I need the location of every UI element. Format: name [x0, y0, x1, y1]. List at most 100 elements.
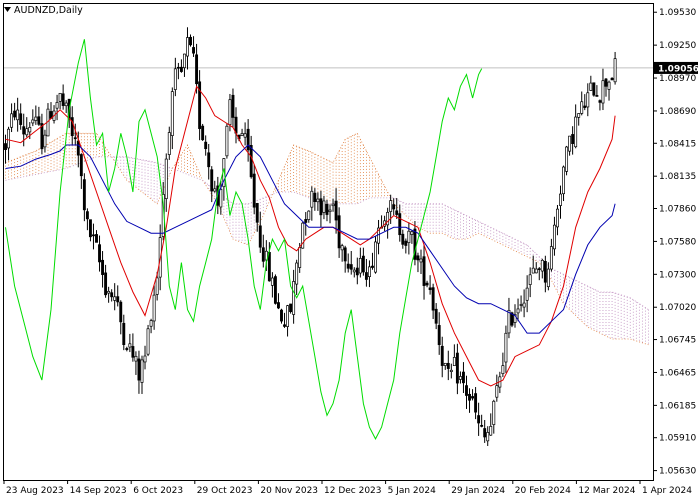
candle-body-bear [428, 287, 432, 290]
candle [559, 185, 562, 219]
candle [592, 82, 596, 97]
candle [101, 251, 105, 288]
candle [571, 126, 575, 155]
candle-body-bear [176, 66, 180, 69]
candle-body-bear [13, 110, 17, 118]
candle-body-bear [125, 348, 129, 350]
x-tick-label: 29 Oct 2023 [197, 486, 253, 496]
candle-body-bear [204, 141, 208, 150]
candle [589, 75, 593, 91]
candle-body-bear [471, 396, 475, 399]
candle-body-bear [483, 428, 487, 438]
candle-body-bear [273, 276, 277, 304]
candle [610, 77, 614, 81]
candle [140, 355, 144, 394]
candle-body-bear [474, 393, 478, 413]
candle-body-bear [364, 272, 368, 280]
candle-body-bear [395, 210, 399, 215]
candle-body-bear [361, 255, 365, 273]
candle-body-bull [410, 231, 414, 235]
candle-body-bear [465, 385, 468, 396]
time-axis[interactable]: 23 Aug 2023 14 Sep 2023 6 Oct 2023 29 Oct 2… [3, 480, 692, 496]
candle [574, 104, 578, 149]
ichimoku-chart[interactable]: 1.09530 1.09250 1.08970 1.08690 1.08415 1.081… [0, 0, 700, 500]
candle [525, 275, 529, 313]
candle-body-bear [610, 77, 614, 81]
candle [170, 87, 174, 150]
candle [352, 267, 356, 278]
candle-body-bull [243, 133, 247, 138]
candle [55, 94, 59, 121]
candle-body-bull [568, 135, 572, 152]
candle [458, 371, 462, 384]
candle [210, 166, 214, 203]
candle-body-bull [146, 328, 150, 355]
candle [316, 192, 320, 211]
candle-body-bear [334, 200, 338, 221]
candle-body-bear [404, 240, 408, 246]
candle [234, 107, 238, 144]
candle [395, 197, 399, 219]
candle-body-bear [598, 100, 602, 103]
candle [273, 274, 277, 305]
candle [283, 312, 286, 328]
candle [19, 103, 23, 130]
candle-body-bull [589, 82, 593, 91]
candle-body-bear [104, 272, 108, 296]
candle-body-bull [322, 200, 326, 213]
triangle-down-icon[interactable] [4, 7, 11, 12]
candle [534, 262, 538, 274]
candle-body-bear [398, 213, 402, 236]
candle-body-bear [543, 261, 547, 283]
y-tick-label: 1.07580 [659, 237, 696, 247]
candle-body-bull [407, 230, 411, 243]
candle-body-bear [349, 264, 353, 270]
candle-body-bull [540, 259, 544, 272]
candle [549, 238, 553, 272]
candle [119, 300, 123, 335]
candle-body-bear [231, 94, 235, 118]
candle [277, 293, 280, 310]
candle [173, 57, 177, 97]
plot-border [3, 3, 654, 481]
candle-body-bear [343, 247, 347, 262]
candle-body-bull [134, 355, 138, 362]
price-axis[interactable]: 1.09530 1.09250 1.08970 1.08690 1.08415 1.081… [653, 8, 699, 477]
candle [477, 402, 481, 436]
candle [131, 333, 135, 362]
candle [319, 190, 323, 228]
chart-window[interactable]: 1.09530 1.09250 1.08970 1.08690 1.08415 1.081… [0, 0, 700, 500]
candle-body-bull [495, 385, 499, 398]
candle-body-bull [574, 116, 578, 148]
candle [328, 204, 332, 224]
candle-body-bear [119, 301, 123, 323]
candle-body-bull [565, 146, 569, 172]
candle-body-bear [19, 113, 23, 125]
candle [110, 289, 114, 302]
candle [386, 207, 390, 239]
candle-body-bear [431, 287, 435, 311]
candle-body-bull [225, 125, 229, 157]
candle-body-bull [28, 127, 32, 133]
candle [40, 113, 44, 155]
candle-body-bull [449, 369, 453, 372]
candle-body-bear [280, 309, 283, 322]
candle-body-bull [507, 310, 511, 334]
candle-body-bull [374, 241, 377, 273]
candle-body-bull [310, 190, 314, 208]
candle-body-bear [371, 265, 374, 268]
candle-body-bear [95, 234, 98, 243]
candle [480, 414, 484, 428]
candle-body-bull [489, 426, 493, 436]
candle-body-bull [546, 268, 550, 288]
candle-body-bear [116, 296, 120, 303]
candle [568, 135, 572, 156]
candle-body-bull [292, 281, 296, 315]
candle [176, 62, 180, 80]
candle [437, 312, 441, 355]
candle-body-bull [58, 92, 62, 102]
candle-body-bull [167, 132, 171, 155]
candle-body-bear [480, 424, 484, 427]
candle [270, 272, 274, 298]
candle-body-bull [113, 296, 117, 301]
